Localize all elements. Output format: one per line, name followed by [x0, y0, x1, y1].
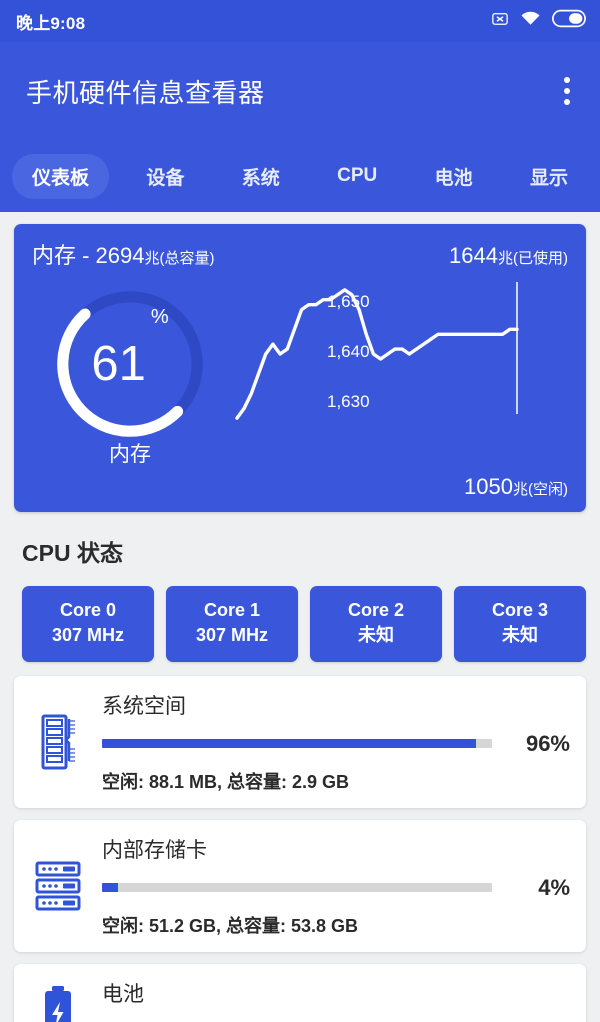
cpu-core-3-name: Core 3: [491, 600, 549, 620]
status-bar: 晚上9:08: [0, 0, 600, 42]
battery-charging-icon: [32, 980, 84, 1022]
app-title: 手机硬件信息查看器: [26, 77, 265, 108]
storage-progress-fill: [102, 739, 477, 749]
storage-percent-label: 96%: [525, 730, 570, 756]
storage-row-title: 电池: [102, 982, 144, 1006]
cpu-core-2-name: Core 2: [347, 600, 405, 620]
storage-percent-label: 4%: [538, 874, 570, 900]
battery-icon: [552, 9, 586, 33]
cpu-core-0-freq: 307 MHz: [51, 624, 125, 645]
cpu-core-3[interactable]: Core 3 未知: [454, 586, 586, 662]
storage-progress-bar: [102, 739, 492, 749]
status-bar-icons: [491, 9, 586, 33]
storage-row-internal-card[interactable]: 内部存储卡 4% 空闲: 51.2 GB, 总容量: 53.8 GB: [14, 819, 586, 952]
cpu-core-1-freq: 307 MHz: [195, 624, 269, 645]
app-bar: 手机硬件信息查看器: [0, 42, 600, 140]
storage-row-detail: 空闲: 88.1 MB, 总容量: 2.9 GB: [102, 771, 350, 792]
memory-used: 1644兆(已使用): [449, 243, 568, 268]
more-vertical-icon[interactable]: [556, 71, 578, 111]
storage-progress-fill: [102, 883, 118, 893]
cpu-section-title: CPU 状态: [22, 540, 123, 566]
storage-percent-label: 60%: [508, 1019, 570, 1022]
cpu-core-0[interactable]: Core 0 307 MHz: [22, 586, 154, 662]
storage-progress-bar: [102, 883, 492, 893]
chart-ytick-1630: 1,630: [327, 392, 370, 411]
storage-row-title: 内部存储卡: [102, 838, 207, 862]
cpu-core-1-name: Core 1: [203, 600, 261, 620]
ram-stick-icon: [32, 711, 84, 773]
chart-ytick-1640: 1,640: [327, 342, 370, 361]
chart-ytick-1650: 1,650: [327, 292, 370, 311]
tab-bar: 仪表板 设备 系统 CPU 电池 显示: [0, 140, 600, 212]
memory-gauge-value: 61 %: [50, 284, 210, 444]
memory-gauge-label: 内存: [109, 443, 151, 466]
tab-device[interactable]: 设备: [126, 154, 204, 199]
storage-list: 系统空间 96% 空闲: 88.1 MB, 总容量: 2.9 GB 内部存储卡 …: [0, 662, 600, 1022]
tab-system[interactable]: 系统: [222, 154, 300, 199]
storage-row-detail: 空闲: 51.2 GB, 总容量: 53.8 GB: [102, 915, 359, 936]
storage-row-system-space[interactable]: 系统空间 96% 空闲: 88.1 MB, 总容量: 2.9 GB: [14, 675, 586, 808]
percent-symbol: %: [150, 306, 169, 328]
tab-cpu[interactable]: CPU: [317, 156, 397, 196]
memory-history-chart: [232, 282, 562, 464]
cpu-core-0-name: Core 0: [59, 600, 117, 620]
memory-free: 1050兆(空闲): [464, 474, 568, 499]
cpu-core-list: Core 0 307 MHz Core 1 307 MHz Core 2 未知 …: [0, 568, 600, 662]
status-bar-clock: 晚上9:08: [16, 13, 86, 33]
storage-row-battery[interactable]: 电池 60%: [14, 963, 586, 1022]
wifi-icon: [520, 10, 541, 32]
storage-row-title: 系统空间: [102, 694, 186, 718]
memory-card: 内存 - 2694兆(总容量) 1644兆(已使用) 61 % 内存 1,650…: [14, 224, 586, 512]
server-rack-icon: [32, 855, 84, 917]
memory-total: 内存 - 2694兆(总容量): [32, 243, 215, 268]
tab-display[interactable]: 显示: [510, 154, 588, 199]
no-sim-icon: [491, 10, 509, 33]
cpu-core-3-freq: 未知: [502, 624, 538, 645]
cpu-core-1[interactable]: Core 1 307 MHz: [166, 586, 298, 662]
tab-dashboard[interactable]: 仪表板: [12, 153, 110, 199]
memory-percent: 61: [91, 336, 146, 391]
tab-battery[interactable]: 电池: [415, 154, 493, 199]
cpu-core-2[interactable]: Core 2 未知: [310, 586, 442, 662]
cpu-core-2-freq: 未知: [358, 624, 394, 645]
